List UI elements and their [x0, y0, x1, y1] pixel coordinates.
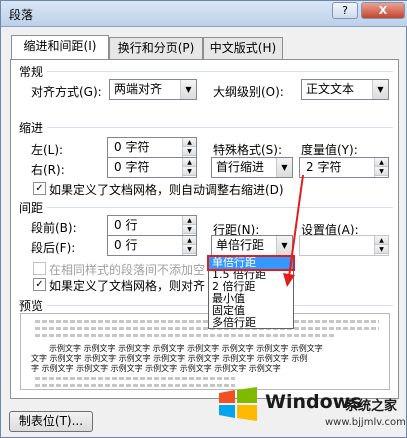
- indent-by-value: 2 字符: [306, 160, 342, 174]
- up-arrow-icon[interactable]: ▲: [375, 236, 388, 245]
- preview-prev-line: [35, 334, 335, 337]
- preview-sample-line: 示例文字 示例文字 示例文字 示例文字 示例文字 示例文字 示例文字 示例文字: [49, 344, 323, 353]
- indent-by-label: 度量值(Y):: [301, 143, 358, 157]
- spinner[interactable]: ▲ ▼: [182, 138, 196, 157]
- auto-adjust-checkbox[interactable]: ✓: [33, 182, 46, 195]
- snap-to-grid-checkbox[interactable]: ✓: [33, 278, 46, 291]
- down-arrow-icon[interactable]: ▼: [183, 147, 196, 156]
- down-arrow-icon[interactable]: ▼: [375, 245, 388, 254]
- preview-next-line: [35, 377, 235, 380]
- line-spacing-value: 单倍行距: [216, 238, 265, 252]
- left-indent-input[interactable]: 0 字符 ▲ ▼: [107, 137, 197, 158]
- spinner[interactable]: ▲ ▼: [182, 236, 196, 255]
- space-before-input[interactable]: 0 行 ▲ ▼: [107, 215, 197, 236]
- preview-prev-line: [35, 327, 379, 330]
- outline-level-select[interactable]: 正文文本 ▼: [301, 79, 389, 100]
- up-arrow-icon[interactable]: ▲: [183, 138, 196, 147]
- up-arrow-icon[interactable]: ▲: [183, 236, 196, 245]
- right-indent-input[interactable]: 0 字符 ▲ ▼: [107, 157, 197, 178]
- chevron-down-icon: ▼: [372, 80, 388, 99]
- tab-indent-spacing[interactable]: 缩进和间距(I): [11, 35, 109, 60]
- spinner[interactable]: ▲ ▼: [182, 216, 196, 235]
- up-arrow-icon[interactable]: ▲: [375, 158, 388, 167]
- indent-divider: [47, 127, 393, 128]
- annotation-arrow-icon: [283, 174, 304, 287]
- down-arrow-icon[interactable]: ▼: [183, 225, 196, 234]
- chevron-down-icon: ▼: [180, 80, 196, 99]
- close-button[interactable]: X: [361, 2, 405, 19]
- spinner[interactable]: ▲ ▼: [374, 236, 388, 255]
- space-after-label: 段后(F):: [31, 241, 76, 255]
- right-indent-label: 右(R):: [31, 163, 65, 177]
- preview-sample-line: 字 示例文字 示例文字 示例文字 示例文字 示例文字 示例文字 示例文字: [31, 364, 281, 373]
- help-button[interactable]: ?: [332, 2, 358, 19]
- preview-sample-line: 文字 示例文字 示例文字 示例文字 示例文字 示例文字 示例文字 示例文字 示例: [31, 354, 308, 363]
- left-indent-label: 左(L):: [31, 143, 64, 157]
- general-heading: 常规: [19, 65, 44, 79]
- alignment-select[interactable]: 两端对齐 ▼: [109, 79, 197, 100]
- outline-level-value: 正文文本: [306, 82, 355, 96]
- indent-heading: 缩进: [19, 121, 44, 135]
- left-indent-value: 0 字符: [114, 140, 150, 154]
- tab-line-page-breaks[interactable]: 换行和分页(P): [109, 37, 203, 59]
- space-after-input[interactable]: 0 行 ▲ ▼: [107, 235, 197, 256]
- right-indent-value: 0 字符: [114, 160, 150, 174]
- preview-heading: 预览: [19, 299, 44, 313]
- no-space-same-style-label: 在相同样式的段落间不添加空: [49, 263, 206, 277]
- title-bar: 段落 ? X: [1, 1, 407, 27]
- preview-box: 示例文字 示例文字 示例文字 示例文字 示例文字 示例文字 示例文字 示例文字 …: [20, 313, 390, 390]
- paragraph-dialog: 段落 ? X 缩进和间距(I) 换行和分页(P) 中文版式(H) 常规 对齐方式…: [0, 0, 407, 438]
- space-before-value: 0 行: [114, 218, 138, 232]
- spacing-divider: [47, 207, 393, 208]
- outline-level-label: 大纲级别(O):: [213, 85, 284, 99]
- down-arrow-icon[interactable]: ▼: [183, 167, 196, 176]
- alignment-value: 两端对齐: [114, 82, 163, 96]
- spacing-heading: 间距: [19, 201, 44, 215]
- auto-adjust-label: 如果定义了文档网格，则自动调整右缩进(D): [49, 183, 284, 197]
- snap-to-grid-label: 如果定义了文档网格，则对齐: [49, 279, 206, 293]
- spinner[interactable]: ▲ ▼: [374, 158, 388, 177]
- alignment-label: 对齐方式(G):: [31, 85, 102, 99]
- at-input[interactable]: ▲ ▼: [299, 235, 389, 256]
- preview-next-line: [35, 384, 235, 387]
- tabs-button[interactable]: 制表位(T)...: [9, 411, 93, 432]
- down-arrow-icon[interactable]: ▼: [183, 245, 196, 254]
- general-divider: [47, 71, 393, 72]
- special-indent-label: 特殊格式(S):: [213, 143, 283, 157]
- dialog-title: 段落: [9, 8, 34, 22]
- watermark-suffix: 系统之家: [345, 399, 398, 414]
- space-before-label: 段前(B):: [31, 221, 77, 235]
- space-after-value: 0 行: [114, 238, 138, 252]
- windows-logo-icon: [219, 387, 257, 421]
- down-arrow-icon[interactable]: ▼: [375, 167, 388, 176]
- indent-by-input[interactable]: 2 字符 ▲ ▼: [299, 157, 389, 178]
- up-arrow-icon[interactable]: ▲: [183, 216, 196, 225]
- up-arrow-icon[interactable]: ▲: [183, 158, 196, 167]
- spinner[interactable]: ▲ ▼: [182, 158, 196, 177]
- special-indent-value: 首行缩进: [216, 160, 265, 174]
- watermark-url: www.bjjmlv.com: [325, 417, 406, 428]
- no-space-same-style-checkbox[interactable]: [33, 262, 46, 275]
- preview-prev-line: [35, 320, 379, 323]
- tab-asian-typography[interactable]: 中文版式(H): [203, 37, 283, 59]
- line-option-multiple[interactable]: 多倍行距: [209, 317, 293, 329]
- watermark: Windows 系统之家 www.bjjmlv.com: [215, 381, 406, 435]
